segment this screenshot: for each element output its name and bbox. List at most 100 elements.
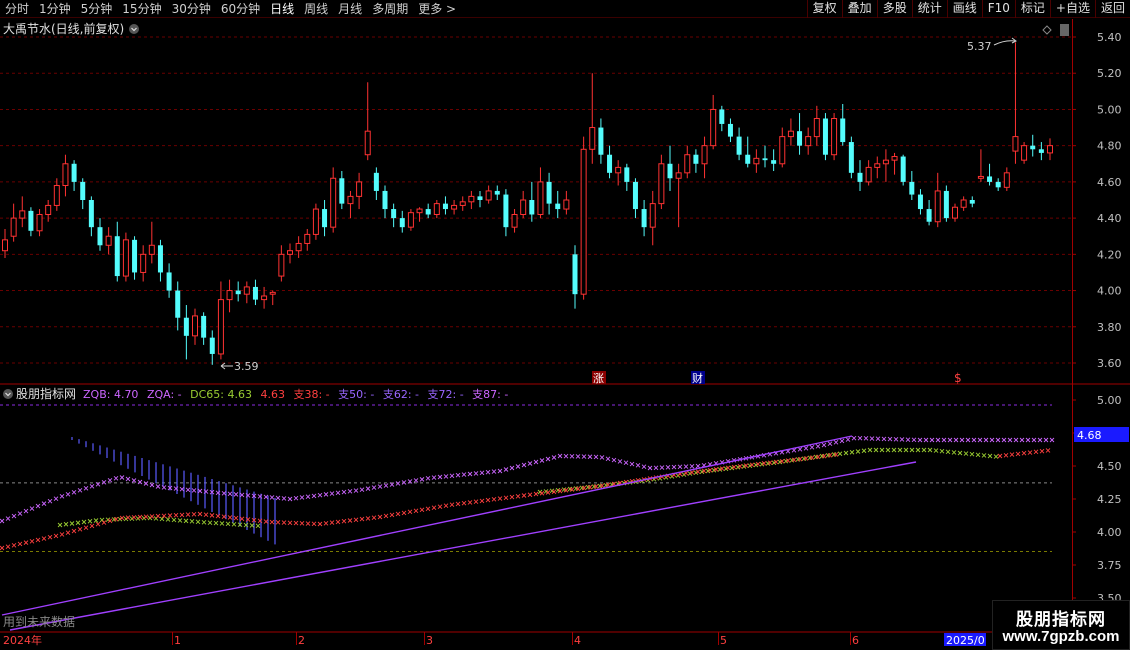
candlesticks: [2, 42, 1053, 365]
tab-intraday[interactable]: 分时: [0, 0, 34, 18]
adjust-button[interactable]: 复权: [806, 0, 842, 18]
candle: [330, 167, 337, 233]
candle: [339, 171, 345, 210]
tab-5min[interactable]: 5分钟: [76, 0, 118, 18]
indicator-cross: [59, 532, 65, 537]
indicator-cross: [1025, 437, 1031, 443]
indicator-dropdown-icon[interactable]: [3, 389, 13, 399]
indicator-cross: [1045, 448, 1051, 453]
legend-support-62: 支62: -: [383, 388, 419, 401]
legend-support-72: 支72: -: [428, 388, 464, 401]
indicator-cross: [1015, 451, 1021, 457]
time-label-feb: 2: [298, 634, 305, 647]
f10-button[interactable]: F10: [981, 0, 1015, 18]
candle: [201, 312, 207, 345]
tab-1min[interactable]: 1分钟: [34, 0, 76, 18]
candle: [797, 113, 803, 155]
candle: [399, 210, 405, 233]
candle: [848, 136, 854, 179]
candle: [28, 207, 34, 237]
indicator-cross: [233, 492, 239, 497]
indicator-cross: [287, 520, 293, 526]
indicator-cross: [17, 511, 23, 516]
event-marker-finance[interactable]: 财: [692, 371, 703, 385]
indicator-cross: [161, 485, 167, 490]
indicator-cross: [35, 503, 41, 509]
candle: [19, 196, 26, 228]
add-watchlist-button[interactable]: +自选: [1049, 0, 1095, 18]
indicator-cross: [557, 453, 563, 459]
stock-chart[interactable]: 5.40 5.20 5.00 4.80 4.60 4.40 4.20 4.00 3.80 3.60…: [0, 19, 1130, 650]
time-axis: 2024年 1 2 3 4 5 6 2025/0: [3, 632, 986, 647]
tab-15min[interactable]: 15分钟: [117, 0, 166, 18]
indicator-cross: [75, 520, 81, 526]
candle: [701, 136, 708, 179]
indicator-cross: [137, 479, 143, 485]
indicator-cross: [455, 501, 461, 507]
candle: [243, 281, 250, 304]
indicator-cross: [891, 447, 897, 453]
tab-daily[interactable]: 日线: [265, 0, 299, 18]
indicator-cross: [299, 495, 305, 500]
price-axis: 5.40 5.20 5.00 4.80 4.60 4.40 4.20 4.00 3.80 3.60: [1072, 31, 1122, 370]
indicator-cross: [855, 449, 861, 454]
tab-multi-period[interactable]: 多周期: [367, 0, 413, 18]
tab-30min[interactable]: 30分钟: [167, 0, 216, 18]
indicator-cross: [101, 520, 107, 525]
indicator-cross: [53, 533, 59, 539]
indicator-cross: [485, 497, 491, 503]
candle: [304, 228, 311, 251]
candle: [53, 178, 60, 211]
event-marker-dividend[interactable]: $: [954, 371, 962, 385]
indicator-cross: [57, 522, 63, 528]
indicator-cross: [329, 520, 335, 525]
indicator-cross: [93, 518, 99, 523]
candle: [840, 104, 846, 146]
indicator-cross: [881, 436, 887, 442]
indicator-cross: [887, 436, 893, 442]
candle: [960, 196, 967, 211]
watermark-url: www.7gpzb.com: [1002, 628, 1120, 645]
title-dropdown-icon[interactable]: [129, 24, 139, 34]
indicator-cross: [335, 490, 341, 496]
draw-line-button[interactable]: 画线: [946, 0, 982, 18]
indicator-cross: [1001, 437, 1007, 443]
indicator-cross: [851, 435, 857, 441]
tab-weekly[interactable]: 周线: [299, 0, 333, 18]
indicator-cross: [1013, 437, 1019, 443]
indicator-cross: [927, 447, 933, 453]
back-button[interactable]: 返回: [1094, 0, 1130, 18]
statistics-button[interactable]: 统计: [911, 0, 947, 18]
indicator-cross: [425, 506, 431, 512]
diamond-icon[interactable]: [1042, 25, 1052, 35]
panel-toggle-icon[interactable]: [1060, 24, 1069, 36]
tab-more[interactable]: 更多 >: [413, 0, 461, 18]
indicator-cross: [449, 473, 455, 479]
indicator-cross: [413, 508, 419, 514]
indicator-cross: [997, 453, 1003, 459]
event-marker-rise[interactable]: 涨: [593, 372, 604, 385]
tab-monthly[interactable]: 月线: [333, 0, 367, 18]
indicator-cross: [969, 451, 975, 457]
tab-60min[interactable]: 60分钟: [216, 0, 265, 18]
candle: [71, 160, 77, 191]
candle: [779, 127, 786, 168]
indicator-cross: [833, 440, 839, 445]
candle: [485, 185, 492, 204]
indicator-cross: [359, 487, 365, 492]
multi-stock-button[interactable]: 多股: [876, 0, 912, 18]
time-label-jun: 6: [852, 634, 859, 647]
candle: [1038, 142, 1044, 161]
candle: [865, 160, 872, 186]
indicator-cross: [239, 492, 245, 498]
indicator-cross: [683, 464, 689, 469]
candle: [917, 189, 923, 215]
overlay-button[interactable]: 叠加: [841, 0, 877, 18]
candle: [252, 279, 258, 306]
price-tick-label: 4.80: [1097, 140, 1122, 153]
indicator-cross: [1003, 452, 1009, 458]
mark-button[interactable]: 标记: [1014, 0, 1050, 18]
indicator-cross: [11, 542, 17, 548]
candle: [442, 196, 448, 215]
indicator-cross: [915, 447, 921, 453]
